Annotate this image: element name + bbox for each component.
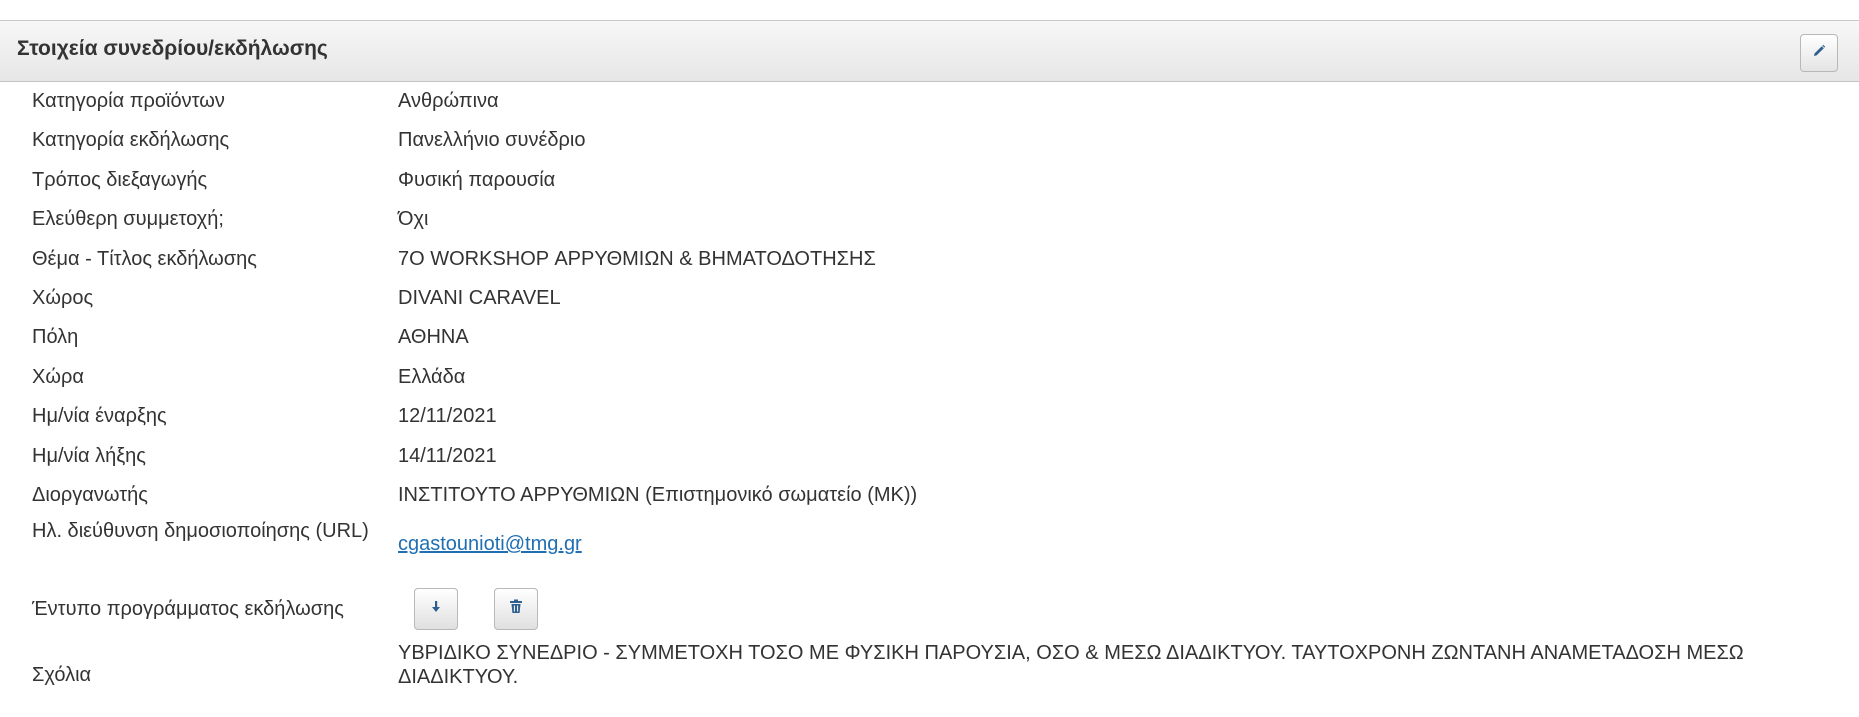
field-label: Διοργανωτής xyxy=(32,483,148,506)
field-value: 14/11/2021 xyxy=(398,444,497,467)
field-label: Θέμα - Τίτλος εκδήλωσης xyxy=(32,247,257,270)
field-label: Ελεύθερη συμμετοχή; xyxy=(32,208,224,231)
field-row: Ημ/νία λήξης 14/11/2021 xyxy=(0,437,1859,476)
field-label: Τρόπος διεξαγωγής xyxy=(32,168,208,191)
field-row: Χώρος DIVANI CARAVEL xyxy=(0,279,1859,318)
field-label: Πόλη xyxy=(32,326,79,349)
field-value: ΑΘΗΝΑ xyxy=(398,326,469,349)
field-row: Ημ/νία έναρξης 12/11/2021 xyxy=(0,397,1859,436)
field-row: Ελεύθερη συμμετοχή; Όχι xyxy=(0,200,1859,239)
url-link[interactable]: cgastounioti@tmg.gr xyxy=(398,533,582,555)
field-value: Πανελλήνιο συνέδριο xyxy=(398,129,586,152)
field-row: Θέμα - Τίτλος εκδήλωσης 7Ο WORKSHOP ΑΡΡΥ… xyxy=(0,240,1859,279)
field-value: DIVANI CARAVEL xyxy=(398,286,561,309)
url-value: cgastounioti@tmg.gr xyxy=(398,532,1799,556)
field-value: Ελλάδα xyxy=(398,365,466,388)
event-details-panel: Στοιχεία συνεδρίου/εκδήλωσης Κατηγορία π… xyxy=(0,20,1859,717)
panel-header: Στοιχεία συνεδρίου/εκδήλωσης xyxy=(0,21,1859,82)
panel-title: Στοιχεία συνεδρίου/εκδήλωσης xyxy=(17,37,328,60)
field-label: Κατηγορία προϊόντων xyxy=(32,90,225,112)
delete-button[interactable] xyxy=(494,588,538,631)
field-value: 7Ο WORKSHOP ΑΡΡΥΘΜΙΩΝ & ΒΗΜΑΤΟΔΟΤΗΣΗΣ xyxy=(398,247,876,270)
field-label: Ημ/νία έναρξης xyxy=(32,405,167,428)
edit-button[interactable] xyxy=(1800,34,1838,72)
pencil-icon xyxy=(1811,43,1827,64)
details-list: Κατηγορία προϊόντων Ανθρώπινα Κατηγορία … xyxy=(0,82,1859,688)
field-label: Χώρα xyxy=(32,365,84,388)
field-label: Χώρος xyxy=(32,286,94,309)
url-row: Ηλ. διεύθυνση δημοσιοποίησης (URL) cgast… xyxy=(0,515,1859,579)
program-file-row: Έντυπο προγράμματος εκδήλωσης xyxy=(0,579,1859,641)
field-row: Χώρα Ελλάδα xyxy=(0,358,1859,397)
field-value: Φυσική παρουσία xyxy=(398,168,556,191)
url-label: Ηλ. διεύθυνση δημοσιοποίησης (URL) xyxy=(32,520,369,543)
field-row: Κατηγορία εκδήλωσης Πανελλήνιο συνέδριο xyxy=(0,121,1859,160)
field-label: Κατηγορία εκδήλωσης xyxy=(32,129,230,152)
field-value: 12/11/2021 xyxy=(398,405,497,428)
field-row: Πόλη ΑΘΗΝΑ xyxy=(0,318,1859,357)
trash-icon xyxy=(509,599,523,619)
program-file-label: Έντυπο προγράμματος εκδήλωσης xyxy=(32,598,344,621)
field-value: ΙΝΣΤΙΤΟΥΤΟ ΑΡΡΥΘΜΙΩΝ (Επιστημονικό σωματ… xyxy=(398,483,918,506)
comments-value: ΥΒΡΙΔΙΚΟ ΣΥΝΕΔΡΙΟ - ΣΥΜΜΕΤΟΧΗ ΤΟΣΟ ΜΕ ΦΥ… xyxy=(398,642,1744,689)
comments-label: Σχόλια xyxy=(32,664,92,687)
comments-row: Σχόλια ΥΒΡΙΔΙΚΟ ΣΥΝΕΔΡΙΟ - ΣΥΜΜΕΤΟΧΗ ΤΟΣ… xyxy=(0,641,1859,688)
field-row: Διοργανωτής ΙΝΣΤΙΤΟΥΤΟ ΑΡΡΥΘΜΙΩΝ (Επιστη… xyxy=(0,476,1859,515)
download-icon xyxy=(430,600,442,619)
field-row: Τρόπος διεξαγωγής Φυσική παρουσία xyxy=(0,161,1859,200)
field-label: Ημ/νία λήξης xyxy=(32,444,146,467)
field-value: Όχι xyxy=(398,208,429,231)
download-button[interactable] xyxy=(414,588,458,631)
field-row: Κατηγορία προϊόντων Ανθρώπινα xyxy=(0,82,1859,121)
field-value: Ανθρώπινα xyxy=(398,90,499,112)
